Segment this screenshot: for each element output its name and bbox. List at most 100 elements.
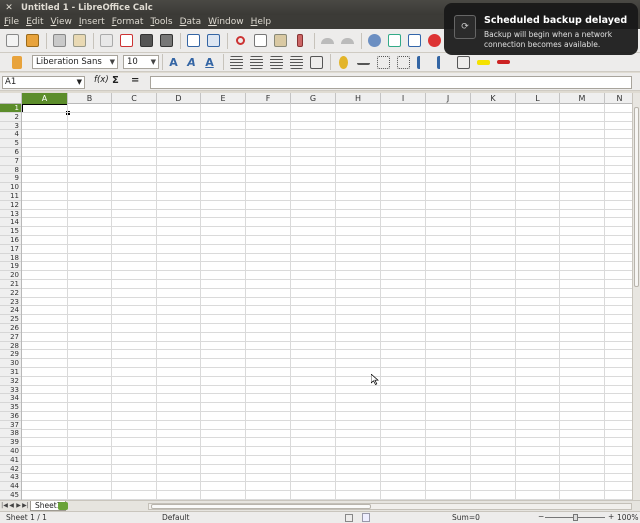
decrease-indent-icon[interactable] [414, 53, 432, 71]
column-header-d[interactable]: D [157, 93, 201, 104]
bold-button[interactable]: A [166, 55, 181, 70]
row-header-3[interactable]: 3 [0, 122, 21, 131]
row-header-17[interactable]: 17 [0, 245, 21, 254]
row-header-38[interactable]: 38 [0, 429, 21, 439]
column-header-j[interactable]: J [426, 93, 471, 104]
align-center-icon[interactable] [247, 53, 265, 71]
align-right-icon[interactable] [267, 53, 285, 71]
row-header-39[interactable]: 39 [0, 438, 21, 448]
row-header-7[interactable]: 7 [0, 157, 21, 166]
row-header-21[interactable]: 21 [0, 280, 21, 289]
row-header-18[interactable]: 18 [0, 254, 21, 263]
column-header-k[interactable]: K [471, 93, 516, 104]
print-button[interactable] [137, 32, 155, 50]
new-document-button[interactable] [3, 32, 21, 50]
cut-icon[interactable] [231, 32, 249, 50]
menu-item-data[interactable]: Data [180, 17, 202, 27]
row-header-41[interactable]: 41 [0, 456, 21, 465]
send-email-button[interactable] [70, 32, 88, 50]
row-header-24[interactable]: 24 [0, 306, 21, 316]
row-header-25[interactable]: 25 [0, 315, 21, 324]
row-header-45[interactable]: 45 [0, 491, 21, 500]
undo-icon[interactable] [318, 32, 336, 50]
menu-item-edit[interactable]: Edit [26, 17, 43, 27]
zoom-slider-knob[interactable] [573, 514, 578, 521]
row-header-6[interactable]: 6 [0, 148, 21, 157]
chevron-down-icon[interactable]: ▼ [77, 77, 82, 88]
select-all-corner[interactable] [0, 93, 22, 104]
percent-format-icon[interactable] [354, 53, 372, 71]
menu-item-tools[interactable]: Tools [150, 17, 172, 27]
save-button[interactable] [50, 32, 68, 50]
column-header-a[interactable]: A [22, 93, 68, 104]
column-header-m[interactable]: M [560, 93, 605, 104]
menu-item-insert[interactable]: Insert [79, 17, 105, 27]
font-name-combobox[interactable]: Liberation Sans ▼ [32, 55, 118, 69]
row-header-37[interactable]: 37 [0, 421, 21, 430]
font-size-combobox[interactable]: 10 ▼ [123, 55, 159, 69]
row-header-1[interactable]: 1 [0, 104, 21, 113]
horizontal-scroll-thumb[interactable] [151, 504, 371, 509]
row-header-19[interactable]: 19 [0, 262, 21, 272]
row-header-29[interactable]: 29 [0, 350, 21, 360]
row-header-5[interactable]: 5 [0, 139, 21, 148]
row-header-28[interactable]: 28 [0, 342, 21, 351]
background-color-icon[interactable] [474, 53, 492, 71]
row-header-20[interactable]: 20 [0, 271, 21, 280]
row-header-16[interactable]: 16 [0, 236, 21, 245]
chart-button[interactable] [425, 32, 443, 50]
sum-icon[interactable]: Σ [112, 75, 119, 86]
selection-mode-icon[interactable] [345, 514, 353, 522]
delete-decimal-icon[interactable] [394, 53, 412, 71]
vertical-scrollbar[interactable] [632, 93, 640, 500]
column-header-n[interactable]: N [605, 93, 632, 104]
menu-item-format[interactable]: Format [112, 17, 144, 27]
row-header-22[interactable]: 22 [0, 289, 21, 298]
borders-icon[interactable] [454, 53, 472, 71]
cell-area[interactable] [22, 104, 632, 500]
row-header-30[interactable]: 30 [0, 359, 21, 368]
next-sheet-icon[interactable]: ▶ [15, 501, 22, 511]
page-style[interactable]: Default [162, 512, 189, 523]
underline-button[interactable]: A [202, 55, 217, 70]
zoom-slider[interactable] [545, 514, 605, 521]
row-header-36[interactable]: 36 [0, 412, 21, 421]
row-header-33[interactable]: 33 [0, 386, 21, 395]
increase-indent-icon[interactable] [434, 53, 452, 71]
prev-sheet-icon[interactable]: ◀ [8, 501, 15, 511]
chevron-down-icon[interactable]: ▼ [110, 58, 115, 66]
column-header-f[interactable]: F [246, 93, 291, 104]
row-header-32[interactable]: 32 [0, 377, 21, 386]
menu-item-help[interactable]: Help [251, 17, 272, 27]
add-decimal-icon[interactable] [374, 53, 392, 71]
zoom-level[interactable]: 100% [617, 512, 638, 523]
row-header-31[interactable]: 31 [0, 368, 21, 377]
italic-button[interactable]: A [184, 55, 199, 70]
column-header-g[interactable]: G [291, 93, 336, 104]
chevron-down-icon[interactable]: ▼ [151, 58, 156, 66]
menu-item-file[interactable]: File [4, 17, 19, 27]
paste-button[interactable] [271, 32, 289, 50]
merge-cells-icon[interactable] [307, 53, 325, 71]
styles-icon[interactable] [8, 53, 26, 71]
clone-formatting-button[interactable] [291, 32, 309, 50]
zoom-in-icon[interactable]: + [608, 511, 614, 522]
row-header-43[interactable]: 43 [0, 473, 21, 483]
function-wizard-icon[interactable]: f(x) [94, 75, 109, 85]
last-sheet-icon[interactable]: ▶| [22, 501, 29, 511]
column-header-e[interactable]: E [201, 93, 246, 104]
zoom-out-icon[interactable]: − [538, 511, 544, 522]
currency-format-icon[interactable] [334, 53, 352, 71]
row-header-23[interactable]: 23 [0, 298, 21, 307]
row-header-4[interactable]: 4 [0, 130, 21, 140]
edit-file-button[interactable] [97, 32, 115, 50]
row-header-8[interactable]: 8 [0, 166, 21, 175]
add-sheet-icon[interactable] [58, 502, 68, 510]
row-header-11[interactable]: 11 [0, 192, 21, 201]
copy-button[interactable] [251, 32, 269, 50]
row-header-14[interactable]: 14 [0, 218, 21, 228]
hyperlink-button[interactable] [365, 32, 383, 50]
name-box[interactable]: A1 ▼ [2, 76, 85, 89]
row-header-42[interactable]: 42 [0, 465, 21, 474]
close-window-icon[interactable]: ✕ [4, 3, 14, 13]
